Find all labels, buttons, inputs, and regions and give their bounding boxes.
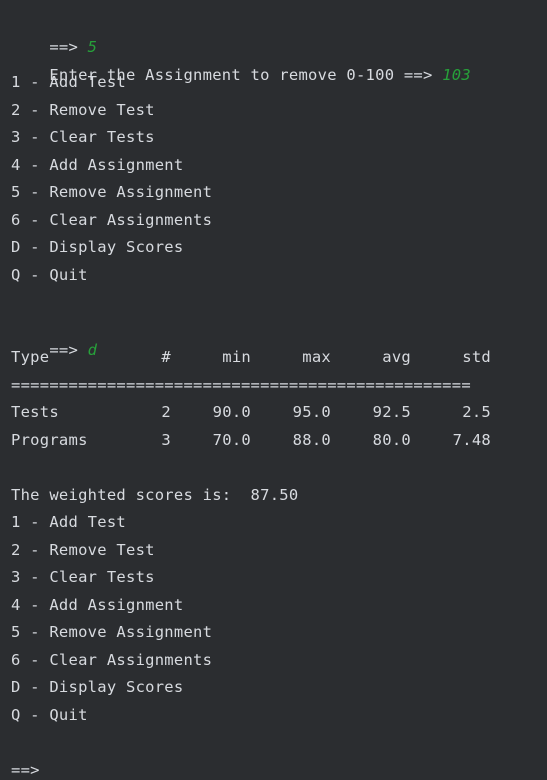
remove-prompt-line: Enter the Assignment to remove 0-100 ==>…: [11, 45, 471, 84]
menu-item: 2 - Remove Test: [11, 541, 155, 559]
table-cell-count: 2: [161, 403, 171, 421]
menu-item: Q - Quit: [11, 706, 88, 724]
input-prompt[interactable]: ==>: [11, 760, 49, 780]
user-input-text: d: [87, 341, 98, 359]
user-input-text: 103: [442, 66, 471, 84]
menu-item: 1 - Add Test: [11, 513, 126, 531]
menu-item: 5 - Remove Assignment: [11, 623, 213, 641]
menu-item: 1 - Add Test: [11, 73, 126, 91]
menu-item: 6 - Clear Assignments: [11, 211, 213, 229]
table-cell-min: 70.0: [212, 431, 251, 449]
table-header-count: #: [161, 348, 171, 366]
menu-item: 5 - Remove Assignment: [11, 183, 213, 201]
table-cell-type: Programs: [11, 431, 88, 449]
menu-item: D - Display Scores: [11, 238, 184, 256]
table-cell-std: 2.5: [462, 403, 491, 421]
table-header-std: std: [462, 348, 491, 366]
prompt-line: ==> d: [11, 320, 97, 359]
table-cell-count: 3: [161, 431, 171, 449]
weighted-score-line: The weighted scores is: 87.50: [11, 486, 299, 504]
table-header-type: Type: [11, 348, 50, 366]
table-cell-type: Tests: [11, 403, 59, 421]
menu-item: 4 - Add Assignment: [11, 156, 184, 174]
table-cell-std: 7.48: [452, 431, 491, 449]
table-separator: ========================================…: [11, 376, 471, 394]
table-header-max: max: [302, 348, 331, 366]
menu-item: D - Display Scores: [11, 678, 184, 696]
prompt-text: ==>: [49, 341, 88, 359]
menu-item: 3 - Clear Tests: [11, 128, 155, 146]
table-header-avg: avg: [382, 348, 411, 366]
table-header-min: min: [222, 348, 251, 366]
menu-item: 2 - Remove Test: [11, 101, 155, 119]
table-cell-max: 95.0: [292, 403, 331, 421]
menu-item: 3 - Clear Tests: [11, 568, 155, 586]
menu-item: 4 - Add Assignment: [11, 596, 184, 614]
menu-item: 6 - Clear Assignments: [11, 651, 213, 669]
menu-item: Q - Quit: [11, 266, 88, 284]
table-cell-avg: 92.5: [372, 403, 411, 421]
prompt-line: ==> 5: [11, 17, 97, 56]
table-cell-avg: 80.0: [372, 431, 411, 449]
console-output[interactable]: ==> 5 Enter the Assignment to remove 0-1…: [0, 0, 547, 780]
table-cell-min: 90.0: [212, 403, 251, 421]
table-cell-max: 88.0: [292, 431, 331, 449]
